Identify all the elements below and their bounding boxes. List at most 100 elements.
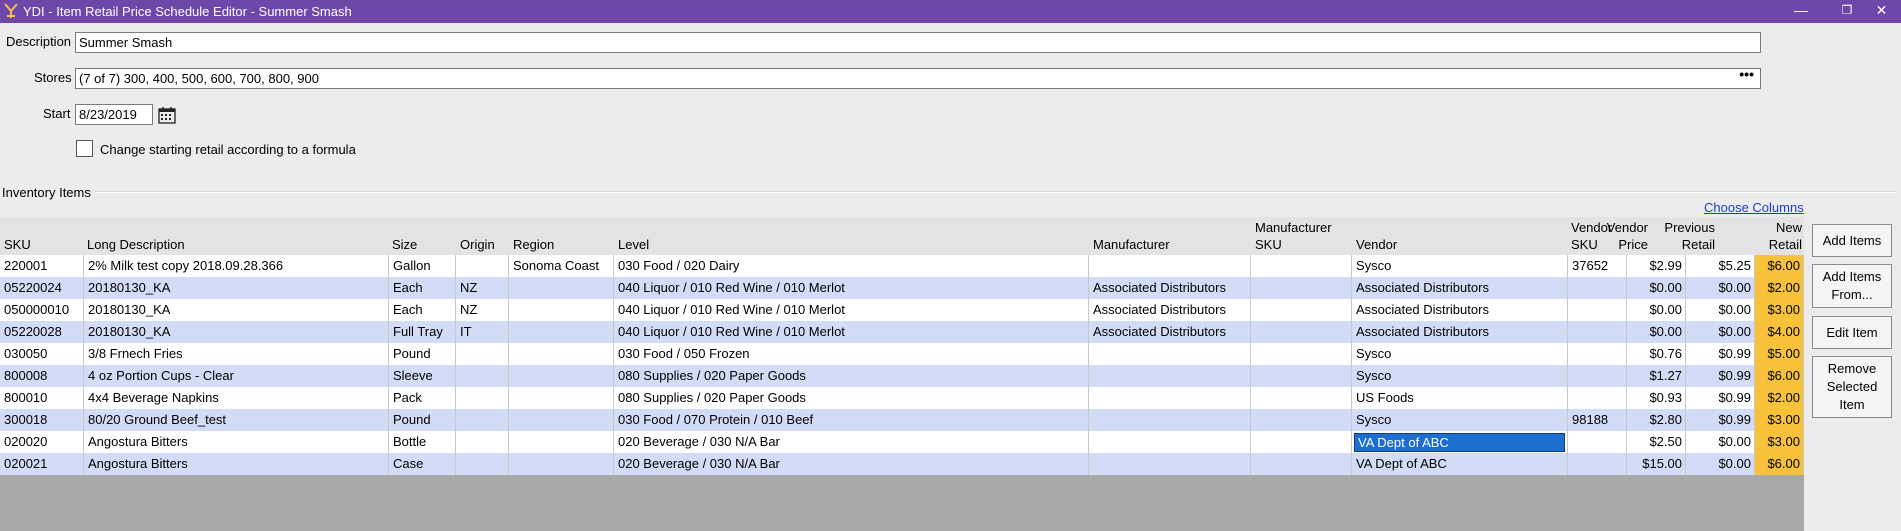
cell-sku[interactable]: 05220024 bbox=[0, 277, 84, 299]
cell-level[interactable]: 040 Liquor / 010 Red Wine / 010 Merlot bbox=[614, 299, 1089, 321]
cell-previous-retail[interactable]: $0.00 bbox=[1686, 453, 1755, 475]
col-header-vendor-price[interactable]: Vendor Price bbox=[1607, 219, 1648, 253]
cell-long-description[interactable]: Angostura Bitters bbox=[84, 431, 389, 453]
col-header-region[interactable]: Region bbox=[513, 236, 554, 253]
cell-origin[interactable] bbox=[456, 343, 509, 365]
table-row[interactable]: 020021 Angostura Bitters Case 020 Beverage … bbox=[0, 453, 1804, 475]
cell-sku[interactable]: 050000010 bbox=[0, 299, 84, 321]
cell-origin[interactable] bbox=[456, 431, 509, 453]
edit-item-button[interactable]: Edit Item bbox=[1812, 316, 1892, 349]
cell-sku[interactable]: 800008 bbox=[0, 365, 84, 387]
cell-level[interactable]: 030 Food / 070 Protein / 010 Beef bbox=[614, 409, 1089, 431]
cell-region[interactable] bbox=[509, 343, 614, 365]
cell-origin[interactable] bbox=[456, 255, 509, 277]
cell-long-description[interactable]: 80/20 Ground Beef_test bbox=[84, 409, 389, 431]
cell-manufacturer-sku[interactable] bbox=[1251, 255, 1352, 277]
cell-region[interactable] bbox=[509, 409, 614, 431]
cell-previous-retail[interactable]: $5.25 bbox=[1686, 255, 1755, 277]
cell-previous-retail[interactable]: $0.99 bbox=[1686, 365, 1755, 387]
cell-vendor-price[interactable]: $0.00 bbox=[1627, 277, 1686, 299]
cell-previous-retail[interactable]: $0.00 bbox=[1686, 321, 1755, 343]
cell-vendor[interactable]: Associated Distributors bbox=[1352, 277, 1568, 299]
cell-size[interactable]: Pound bbox=[389, 409, 456, 431]
cell-vendor[interactable]: VA Dept of ABC bbox=[1352, 431, 1568, 453]
cell-manufacturer[interactable] bbox=[1089, 409, 1251, 431]
cell-vendor[interactable]: Sysco bbox=[1352, 409, 1568, 431]
cell-level[interactable]: 080 Supplies / 020 Paper Goods bbox=[614, 387, 1089, 409]
cell-vendor-sku[interactable] bbox=[1568, 321, 1627, 343]
cell-manufacturer[interactable] bbox=[1089, 365, 1251, 387]
cell-size[interactable]: Case bbox=[389, 453, 456, 475]
cell-sku[interactable]: 800010 bbox=[0, 387, 84, 409]
cell-manufacturer-sku[interactable] bbox=[1251, 387, 1352, 409]
table-row[interactable]: 05220024 20180130_KA Each NZ 040 Liquor / 01… bbox=[0, 277, 1804, 299]
start-date-input[interactable]: 8/23/2019 bbox=[75, 104, 153, 125]
col-header-size[interactable]: Size bbox=[392, 236, 417, 253]
cell-vendor[interactable]: VA Dept of ABC bbox=[1352, 453, 1568, 475]
cell-origin[interactable] bbox=[456, 453, 509, 475]
cell-region[interactable] bbox=[509, 277, 614, 299]
table-row[interactable]: 05220028 20180130_KA Full Tray IT 040 Liquor… bbox=[0, 321, 1804, 343]
cell-vendor-price[interactable]: $2.99 bbox=[1627, 255, 1686, 277]
cell-level[interactable]: 020 Beverage / 030 N/A Bar bbox=[614, 453, 1089, 475]
inventory-grid[interactable]: SKU Long Description Size Origin Region … bbox=[0, 217, 1804, 531]
cell-long-description[interactable]: 4x4 Beverage Napkins bbox=[84, 387, 389, 409]
cell-region[interactable] bbox=[509, 387, 614, 409]
cell-previous-retail[interactable]: $0.00 bbox=[1686, 299, 1755, 321]
cell-new-retail[interactable]: $6.00 bbox=[1755, 453, 1804, 475]
cell-manufacturer-sku[interactable] bbox=[1251, 409, 1352, 431]
table-row[interactable]: 020020 Angostura Bitters Bottle 020 Beverag… bbox=[0, 431, 1804, 453]
cell-vendor-price[interactable]: $0.76 bbox=[1627, 343, 1686, 365]
cell-long-description[interactable]: 4 oz Portion Cups - Clear bbox=[84, 365, 389, 387]
table-row[interactable]: 050000010 20180130_KA Each NZ 040 Liquor / 0… bbox=[0, 299, 1804, 321]
col-header-previous-retail[interactable]: Previous Retail bbox=[1664, 219, 1715, 253]
cell-vendor-sku[interactable] bbox=[1568, 387, 1627, 409]
cell-manufacturer[interactable] bbox=[1089, 387, 1251, 409]
cell-size[interactable]: Bottle bbox=[389, 431, 456, 453]
cell-long-description[interactable]: 20180130_KA bbox=[84, 277, 389, 299]
cell-vendor-sku[interactable]: 37652 bbox=[1568, 255, 1627, 277]
table-row[interactable]: 800008 4 oz Portion Cups - Clear Sleeve 080… bbox=[0, 365, 1804, 387]
cell-vendor-sku[interactable] bbox=[1568, 277, 1627, 299]
cell-origin[interactable]: IT bbox=[456, 321, 509, 343]
table-row[interactable]: 030050 3/8 Frnech Fries Pound 030 Food / 05… bbox=[0, 343, 1804, 365]
cell-region[interactable] bbox=[509, 299, 614, 321]
col-header-sku[interactable]: SKU bbox=[4, 236, 31, 253]
stores-field[interactable]: (7 of 7) 300, 400, 500, 600, 700, 800, 9… bbox=[75, 68, 1761, 89]
cell-long-description[interactable]: 2% Milk test copy 2018.09.28.366 bbox=[84, 255, 389, 277]
cell-size[interactable]: Pound bbox=[389, 343, 456, 365]
col-header-long-description[interactable]: Long Description bbox=[87, 236, 185, 253]
cell-manufacturer[interactable] bbox=[1089, 453, 1251, 475]
cell-manufacturer[interactable] bbox=[1089, 343, 1251, 365]
cell-origin[interactable] bbox=[456, 387, 509, 409]
cell-vendor-sku[interactable] bbox=[1568, 365, 1627, 387]
cell-region[interactable] bbox=[509, 453, 614, 475]
cell-new-retail[interactable]: $6.00 bbox=[1755, 365, 1804, 387]
cell-vendor-price[interactable]: $15.00 bbox=[1627, 453, 1686, 475]
cell-region[interactable] bbox=[509, 431, 614, 453]
description-input[interactable]: Summer Smash bbox=[75, 32, 1761, 53]
col-header-manufacturer[interactable]: Manufacturer bbox=[1093, 236, 1170, 253]
cell-manufacturer-sku[interactable] bbox=[1251, 453, 1352, 475]
cell-manufacturer-sku[interactable] bbox=[1251, 277, 1352, 299]
cell-vendor-price[interactable]: $0.00 bbox=[1627, 321, 1686, 343]
cell-new-retail[interactable]: $5.00 bbox=[1755, 343, 1804, 365]
cell-level[interactable]: 030 Food / 020 Dairy bbox=[614, 255, 1089, 277]
table-row[interactable]: 300018 80/20 Ground Beef_test Pound 030 Foo… bbox=[0, 409, 1804, 431]
cell-level[interactable]: 040 Liquor / 010 Red Wine / 010 Merlot bbox=[614, 321, 1089, 343]
cell-vendor-price[interactable]: $2.50 bbox=[1627, 431, 1686, 453]
cell-manufacturer-sku[interactable] bbox=[1251, 321, 1352, 343]
cell-new-retail[interactable]: $2.00 bbox=[1755, 277, 1804, 299]
cell-manufacturer-sku[interactable] bbox=[1251, 365, 1352, 387]
cell-vendor-sku[interactable]: 98188 bbox=[1568, 409, 1627, 431]
cell-sku[interactable]: 020021 bbox=[0, 453, 84, 475]
cell-previous-retail[interactable]: $0.99 bbox=[1686, 343, 1755, 365]
cell-previous-retail[interactable]: $0.99 bbox=[1686, 387, 1755, 409]
cell-new-retail[interactable]: $3.00 bbox=[1755, 409, 1804, 431]
cell-vendor[interactable]: Associated Distributors bbox=[1352, 299, 1568, 321]
cell-vendor[interactable]: Sysco bbox=[1352, 365, 1568, 387]
cell-vendor-price[interactable]: $0.93 bbox=[1627, 387, 1686, 409]
cell-vendor-sku[interactable] bbox=[1568, 453, 1627, 475]
cell-origin[interactable] bbox=[456, 365, 509, 387]
cell-vendor-price[interactable]: $2.80 bbox=[1627, 409, 1686, 431]
